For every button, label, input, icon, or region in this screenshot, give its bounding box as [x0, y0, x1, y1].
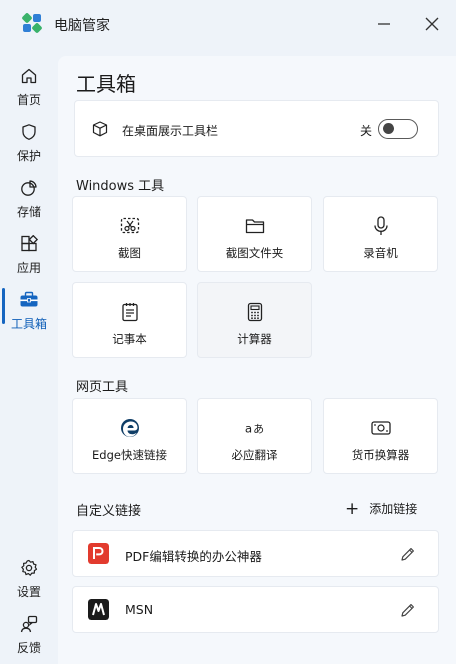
tile-calculator[interactable]: 计算器 [197, 282, 312, 358]
custom-link-label: PDF编辑转换的办公神器 [125, 549, 262, 564]
edit-pencil-icon[interactable] [398, 544, 418, 564]
tile-edge-quicklinks[interactable]: Edge快速链接 [72, 398, 187, 474]
title-bar: 电脑管家 [0, 0, 456, 48]
web-tools-title: 网页工具 [76, 380, 129, 395]
desktop-toolbar-card: 在桌面展示工具栏 关 [74, 100, 439, 157]
plus-icon: + [345, 498, 360, 519]
edit-pencil-icon[interactable] [398, 600, 418, 620]
sidebar-item-label: 工具箱 [10, 317, 47, 331]
custom-link-label: MSN [125, 602, 154, 617]
app-title: 电脑管家 [54, 18, 110, 34]
home-icon [19, 66, 39, 86]
tile-label: 录音机 [363, 246, 398, 260]
tile-notepad[interactable]: 记事本 [72, 282, 187, 358]
toolbox-icon [19, 290, 39, 310]
close-icon [425, 17, 439, 31]
msn-icon [88, 599, 109, 620]
edge-icon [119, 417, 141, 439]
desktop-toolbar-label: 在桌面展示工具栏 [122, 124, 219, 138]
microphone-icon [370, 215, 392, 237]
tile-label: 记事本 [112, 332, 147, 346]
sidebar-item-label: 保护 [16, 149, 41, 163]
sidebar-item-apps[interactable]: 应用 [0, 234, 58, 286]
sidebar-item-protect[interactable]: 保护 [0, 122, 58, 174]
currency-icon [370, 417, 392, 439]
toggle-knob [383, 123, 394, 134]
toolbar-box-icon [92, 121, 108, 137]
shield-icon [19, 122, 39, 142]
folder-icon [244, 215, 266, 237]
sidebar-item-label: 反馈 [16, 641, 41, 655]
custom-links-title: 自定义链接 [76, 504, 142, 519]
sidebar-item-feedback[interactable]: 反馈 [0, 614, 58, 664]
calculator-icon [244, 301, 266, 323]
pdf-app-icon [88, 543, 109, 564]
feedback-icon [19, 614, 39, 634]
sidebar-item-label: 应用 [16, 261, 41, 275]
custom-link-msn[interactable]: MSN [72, 586, 439, 633]
tile-label: 货币换算器 [351, 448, 410, 462]
tile-voice-recorder[interactable]: 录音机 [323, 196, 438, 272]
screenshot-icon [119, 215, 141, 237]
tile-currency-converter[interactable]: 货币换算器 [323, 398, 438, 474]
close-button[interactable] [420, 12, 444, 36]
tile-screenshot[interactable]: 截图 [72, 196, 187, 272]
tile-label: 必应翻译 [231, 448, 278, 462]
svg-text:a: a [244, 422, 251, 436]
add-link-button[interactable]: + 添加链接 [345, 500, 417, 517]
translate-icon: aあ [244, 417, 266, 439]
windows-tools-title: Windows 工具 [76, 179, 165, 194]
sidebar-item-storage[interactable]: 存储 [0, 178, 58, 230]
sidebar-item-home[interactable]: 首页 [0, 66, 58, 118]
pie-chart-icon [19, 178, 39, 198]
gear-icon [19, 558, 39, 578]
sidebar: 首页 保护 存储 应用 工具箱 设置 反馈 [0, 48, 58, 664]
tile-label: 截图 [118, 246, 141, 260]
add-link-label: 添加链接 [369, 502, 418, 516]
toggle-state-label: 关 [360, 124, 373, 138]
tile-label: Edge快速链接 [92, 448, 167, 462]
tile-bing-translate[interactable]: aあ 必应翻译 [197, 398, 312, 474]
sidebar-item-label: 首页 [16, 93, 41, 107]
svg-text:あ: あ [253, 423, 264, 436]
sidebar-item-label: 存储 [16, 205, 41, 219]
sidebar-item-label: 设置 [16, 585, 41, 599]
minimize-icon [378, 23, 390, 25]
main-panel: 工具箱 在桌面展示工具栏 关 Windows 工具 截图 截图文件夹 录音机 记… [58, 56, 456, 664]
tile-label: 计算器 [237, 332, 272, 346]
app-logo-icon [22, 13, 42, 33]
custom-link-pdf[interactable]: PDF编辑转换的办公神器 [72, 530, 439, 577]
tile-screenshot-folder[interactable]: 截图文件夹 [197, 196, 312, 272]
desktop-toolbar-toggle[interactable] [378, 119, 418, 139]
sidebar-item-toolbox[interactable]: 工具箱 [0, 290, 58, 342]
minimize-button[interactable] [372, 12, 396, 36]
sidebar-item-settings[interactable]: 设置 [0, 558, 58, 610]
notepad-icon [119, 301, 141, 323]
page-title: 工具箱 [76, 72, 136, 96]
apps-icon [19, 234, 39, 254]
tile-label: 截图文件夹 [225, 246, 284, 260]
